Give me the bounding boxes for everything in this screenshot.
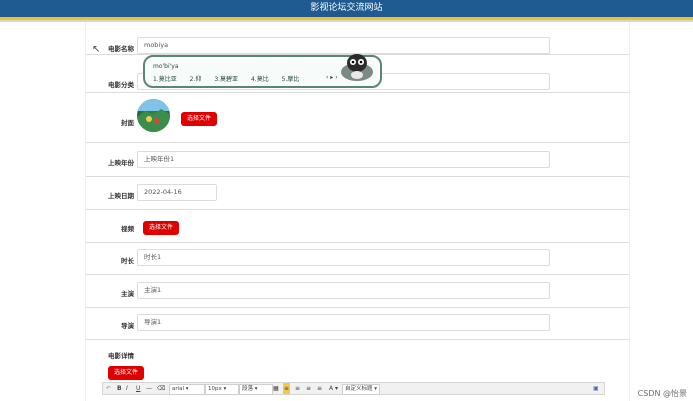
- label-video: 视频: [121, 225, 134, 233]
- cover-thumbnail: [137, 99, 170, 132]
- row-video: 视频 选择文件: [86, 210, 629, 243]
- label-details: 电影详情: [108, 352, 134, 360]
- font-select[interactable]: arial ▾: [169, 384, 205, 395]
- align-right-icon[interactable]: ≡: [306, 383, 311, 394]
- justify-icon[interactable]: ≡: [317, 383, 322, 394]
- release-year-input[interactable]: 上映年份1: [137, 151, 550, 168]
- row-director: 导演 导演1: [86, 308, 629, 340]
- ime-candidate-window: mo'bi'ya 1.莫比亚 2.仰 3.莫碧亚 4.莫比 5.摩比 ‹ ▸ ›: [143, 54, 382, 88]
- fullscreen-icon[interactable]: ▣: [593, 383, 599, 394]
- italic-icon[interactable]: I: [126, 383, 128, 394]
- undo-icon[interactable]: ↶: [106, 383, 111, 394]
- mouse-cursor-icon: ↖: [92, 44, 101, 55]
- ime-candidate-3[interactable]: 3.莫碧亚: [214, 76, 238, 83]
- underline-icon[interactable]: U: [136, 383, 140, 394]
- paragraph-select[interactable]: 段落 ▾: [239, 384, 273, 395]
- row-duration: 时长 时长1: [86, 243, 629, 275]
- ime-pinyin: mo'bi'ya: [153, 63, 179, 70]
- bold-icon[interactable]: B: [117, 383, 122, 394]
- row-cover: 封面 选择文件: [86, 93, 629, 143]
- label-release-year: 上映年份: [108, 159, 134, 167]
- ime-mascot-icon: [341, 54, 373, 81]
- video-choose-file-button[interactable]: 选择文件: [143, 221, 180, 235]
- label-duration: 时长: [121, 257, 134, 265]
- director-input[interactable]: 导演1: [137, 314, 550, 331]
- ime-candidate-list: 1.莫比亚 2.仰 3.莫碧亚 4.莫比 5.摩比: [153, 74, 310, 83]
- row-release-date: 上映日期 2022-04-16: [86, 177, 629, 210]
- clear-format-icon[interactable]: ⌫: [157, 383, 165, 394]
- movie-name-value: mobiya: [144, 41, 169, 49]
- ime-candidate-1[interactable]: 1.莫比亚: [153, 76, 177, 83]
- label-lead-actor: 主演: [121, 290, 134, 298]
- cover-image: [137, 99, 170, 132]
- details-choose-file-button[interactable]: 选择文件: [108, 366, 145, 380]
- row-release-year: 上映年份 上映年份1: [86, 143, 629, 177]
- custom-heading-select[interactable]: 自定义标题 ▾: [342, 384, 380, 395]
- align-center-icon[interactable]: ≡: [295, 383, 300, 394]
- label-cover: 封面: [121, 119, 134, 127]
- table-icon[interactable]: ▦: [273, 383, 279, 394]
- release-date-input[interactable]: 2022-04-16: [137, 184, 217, 201]
- font-size-select[interactable]: 10px ▾: [205, 384, 239, 395]
- duration-input[interactable]: 时长1: [137, 249, 550, 266]
- ime-candidate-2[interactable]: 2.仰: [190, 76, 202, 83]
- cover-choose-file-button[interactable]: 选择文件: [181, 112, 218, 126]
- ime-candidate-4[interactable]: 4.莫比: [251, 76, 269, 83]
- ime-page-nav[interactable]: ‹ ▸ ›: [326, 74, 338, 81]
- site-title: 影视论坛交流网站: [310, 3, 383, 13]
- lead-actor-input[interactable]: 主演1: [137, 282, 550, 299]
- label-director: 导演: [121, 322, 134, 330]
- ime-candidate-5[interactable]: 5.摩比: [282, 76, 300, 83]
- label-category: 电影分类: [108, 81, 134, 89]
- csdn-watermark: CSDN @怡景: [637, 389, 687, 398]
- row-lead-actor: 主演 主演1: [86, 275, 629, 308]
- site-header: 影视论坛交流网站: [0, 0, 693, 17]
- label-release-date: 上映日期: [108, 192, 134, 200]
- strikethrough-icon[interactable]: —: [146, 383, 152, 394]
- align-left-icon[interactable]: ≡: [283, 383, 291, 394]
- font-color-button[interactable]: A ▾: [329, 383, 338, 394]
- rich-text-toolbar: ↶ B I U — ⌫ arial ▾ 10px ▾ 段落 ▾ ▦ ≡ ≡ ≡ …: [102, 382, 605, 395]
